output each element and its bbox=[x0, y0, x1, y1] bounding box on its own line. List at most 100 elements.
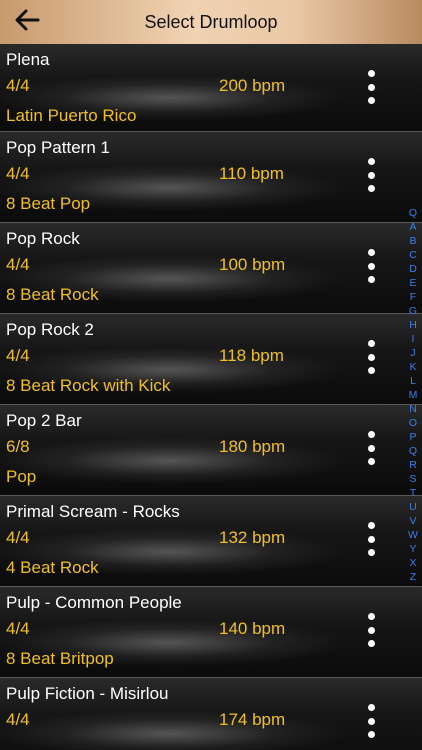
index-letter[interactable]: W bbox=[408, 528, 418, 542]
list-item[interactable]: Plena 4/4 200 bpm Latin Puerto Rico bbox=[0, 44, 422, 132]
tempo-bpm: 118 bpm bbox=[219, 346, 284, 365]
more-options-button[interactable] bbox=[360, 70, 382, 104]
tempo-bpm: 140 bpm bbox=[219, 619, 286, 638]
drumloop-name: Pulp - Common People bbox=[6, 593, 182, 612]
vertical-ellipsis-icon bbox=[367, 276, 375, 283]
index-letter[interactable]: M bbox=[409, 388, 418, 402]
index-letter[interactable]: T bbox=[410, 486, 416, 500]
vertical-ellipsis-icon bbox=[367, 97, 375, 104]
more-options-button[interactable] bbox=[360, 249, 382, 283]
tempo-bpm: 132 bpm bbox=[219, 528, 286, 547]
drumloop-style: 4 Beat Rock bbox=[6, 558, 99, 577]
vertical-ellipsis-icon bbox=[367, 549, 375, 556]
list-item[interactable]: Pulp Fiction - Misirlou 4/4 174 bpm bbox=[0, 678, 422, 750]
vertical-ellipsis-icon bbox=[367, 522, 375, 529]
drumloop-name: Pop 2 Bar bbox=[6, 411, 82, 430]
drumloop-name: Pop Rock 2 bbox=[6, 320, 94, 339]
tempo-bpm: 180 bpm bbox=[219, 437, 286, 456]
more-options-button[interactable] bbox=[360, 613, 382, 647]
index-letter[interactable]: N bbox=[409, 402, 417, 416]
drumloop-style: 8 Beat Britpop bbox=[6, 649, 114, 668]
header-bar: Select Drumloop bbox=[0, 0, 422, 44]
vertical-ellipsis-icon bbox=[367, 367, 375, 374]
index-letter[interactable]: X bbox=[409, 556, 416, 570]
vertical-ellipsis-icon bbox=[367, 262, 375, 270]
drumloop-list[interactable]: Plena 4/4 200 bpm Latin Puerto Rico Pop Patt… bbox=[0, 44, 422, 750]
drumloop-style: 8 Beat Pop bbox=[6, 194, 91, 213]
list-item[interactable]: Pop Rock 2 4/4 118 bpm 8 Beat Rock with Kic… bbox=[0, 314, 422, 405]
drumloop-style: 8 Beat Rock with Kick bbox=[6, 376, 171, 395]
vertical-ellipsis-icon bbox=[367, 535, 375, 543]
tempo-bpm: 100 bpm bbox=[219, 255, 286, 274]
vertical-ellipsis-icon bbox=[367, 731, 375, 738]
vertical-ellipsis-icon bbox=[367, 458, 375, 465]
drumloop-name: Pop Rock bbox=[6, 229, 80, 248]
tempo-bpm: 174 bpm bbox=[219, 710, 286, 729]
time-signature: 4/4 bbox=[6, 619, 30, 638]
more-options-button[interactable] bbox=[360, 158, 382, 192]
vertical-ellipsis-icon bbox=[367, 83, 375, 91]
index-letter[interactable]: U bbox=[409, 500, 417, 514]
time-signature: 4/4 bbox=[6, 710, 30, 729]
alphabet-index[interactable]: QABCDEFGHIJKLMNOPQRSTUVWYXZ bbox=[406, 206, 420, 584]
index-letter[interactable]: V bbox=[409, 514, 416, 528]
vertical-ellipsis-icon bbox=[367, 717, 375, 725]
vertical-ellipsis-icon bbox=[367, 431, 375, 438]
vertical-ellipsis-icon bbox=[367, 340, 375, 347]
vertical-ellipsis-icon bbox=[367, 640, 375, 647]
index-letter[interactable]: L bbox=[410, 374, 416, 388]
index-letter[interactable]: G bbox=[409, 304, 417, 318]
more-options-button[interactable] bbox=[360, 704, 382, 738]
list-item[interactable]: Primal Scream - Rocks 4/4 132 bpm 4 Beat Ro… bbox=[0, 496, 422, 587]
time-signature: 4/4 bbox=[6, 164, 30, 183]
vertical-ellipsis-icon bbox=[367, 158, 375, 165]
page-title: Select Drumloop bbox=[144, 12, 278, 32]
index-letter[interactable]: J bbox=[410, 346, 415, 360]
drumloop-name: Plena bbox=[6, 50, 50, 69]
vertical-ellipsis-icon bbox=[367, 626, 375, 634]
drumloop-style: Latin Puerto Rico bbox=[6, 106, 137, 125]
index-search-icon[interactable]: Q bbox=[409, 206, 417, 220]
tempo-bpm: 110 bpm bbox=[219, 164, 284, 183]
tempo-bpm: 200 bpm bbox=[219, 76, 286, 95]
time-signature: 6/8 bbox=[6, 437, 30, 456]
time-signature: 4/4 bbox=[6, 528, 30, 547]
index-letter[interactable]: R bbox=[409, 458, 417, 472]
index-letter[interactable]: A bbox=[409, 220, 416, 234]
index-letter[interactable]: H bbox=[409, 318, 417, 332]
drumloop-name: Pulp Fiction - Misirlou bbox=[6, 684, 169, 703]
index-letter[interactable]: Q bbox=[409, 444, 417, 458]
index-letter[interactable]: Y bbox=[409, 542, 416, 556]
drumloop-name: Primal Scream - Rocks bbox=[6, 502, 180, 521]
index-letter[interactable]: D bbox=[409, 262, 417, 276]
vertical-ellipsis-icon bbox=[367, 70, 375, 77]
drumloop-name: Pop Pattern 1 bbox=[6, 138, 110, 157]
list-item[interactable]: Pop 2 Bar 6/8 180 bpm Pop bbox=[0, 405, 422, 496]
index-letter[interactable]: E bbox=[409, 276, 416, 290]
list-item[interactable]: Pulp - Common People 4/4 140 bpm 8 Beat Bri… bbox=[0, 587, 422, 678]
time-signature: 4/4 bbox=[6, 346, 30, 365]
index-letter[interactable]: Z bbox=[410, 570, 416, 584]
vertical-ellipsis-icon bbox=[367, 353, 375, 361]
more-options-button[interactable] bbox=[360, 431, 382, 465]
index-letter[interactable]: C bbox=[409, 248, 417, 262]
index-letter[interactable]: I bbox=[412, 332, 415, 346]
drumloop-style: Pop bbox=[6, 467, 37, 486]
vertical-ellipsis-icon bbox=[367, 613, 375, 620]
index-letter[interactable]: K bbox=[409, 360, 416, 374]
more-options-button[interactable] bbox=[360, 522, 382, 556]
drumloop-style: 8 Beat Rock bbox=[6, 285, 99, 304]
index-letter[interactable]: O bbox=[409, 416, 417, 430]
time-signature: 4/4 bbox=[6, 255, 30, 274]
more-options-button[interactable] bbox=[360, 340, 382, 374]
index-letter[interactable]: S bbox=[409, 472, 416, 486]
vertical-ellipsis-icon bbox=[367, 185, 375, 192]
vertical-ellipsis-icon bbox=[367, 249, 375, 256]
index-letter[interactable]: F bbox=[410, 290, 416, 304]
vertical-ellipsis-icon bbox=[367, 444, 375, 452]
index-letter[interactable]: B bbox=[409, 234, 416, 248]
vertical-ellipsis-icon bbox=[367, 704, 375, 711]
list-item[interactable]: Pop Pattern 1 4/4 110 bpm 8 Beat Pop bbox=[0, 132, 422, 223]
index-letter[interactable]: P bbox=[409, 430, 416, 444]
list-item[interactable]: Pop Rock 4/4 100 bpm 8 Beat Rock bbox=[0, 223, 422, 314]
